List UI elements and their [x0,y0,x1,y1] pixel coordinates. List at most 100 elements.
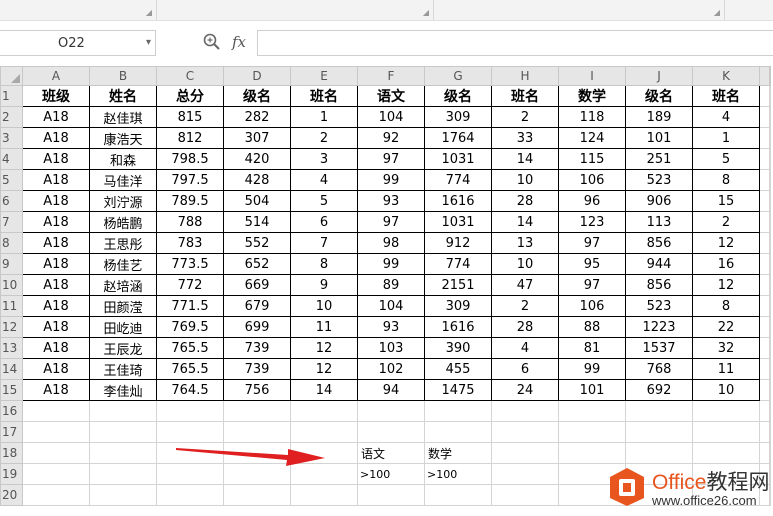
data-cell[interactable]: 4 [692,106,760,128]
data-cell[interactable]: 772 [156,274,224,296]
data-cell[interactable]: 765.5 [156,337,224,359]
data-cell[interactable]: 33 [491,127,559,149]
cell[interactable] [22,484,90,506]
data-cell[interactable]: 699 [223,316,291,338]
data-cell[interactable]: 768 [625,358,693,380]
header-cell[interactable]: 级名 [223,85,291,107]
data-cell[interactable]: 94 [357,379,425,401]
data-cell[interactable]: 93 [357,316,425,338]
data-cell[interactable]: 16 [692,253,760,275]
data-cell[interactable]: 523 [625,169,693,191]
data-cell[interactable]: 4 [290,169,358,191]
cell[interactable] [769,106,771,128]
group-expand-icon[interactable]: ◢ [714,8,720,17]
data-cell[interactable]: 12 [692,232,760,254]
cell[interactable] [357,421,425,443]
data-cell[interactable]: 798.5 [156,148,224,170]
header-cell[interactable]: 姓名 [89,85,157,107]
cell[interactable] [89,463,157,485]
header-cell[interactable]: 班名 [692,85,760,107]
data-cell[interactable]: 739 [223,358,291,380]
row-header[interactable]: 15 [0,379,23,401]
data-cell[interactable]: 8 [290,253,358,275]
data-cell[interactable]: 123 [558,211,626,233]
cell[interactable] [692,421,760,443]
cell[interactable] [290,421,358,443]
formula-input[interactable] [257,30,773,56]
cell[interactable] [759,295,770,317]
row-header[interactable]: 2 [0,106,23,128]
cell[interactable] [759,232,770,254]
data-cell[interactable]: 11 [290,316,358,338]
cell[interactable] [424,421,492,443]
data-cell[interactable]: 99 [558,358,626,380]
criteria-header-cell[interactable]: 语文 [357,442,425,464]
column-header[interactable]: E [290,66,358,86]
data-cell[interactable]: A18 [22,232,90,254]
cell[interactable] [223,400,291,422]
data-cell[interactable]: 赵培涵 [89,274,157,296]
data-cell[interactable]: 3 [290,148,358,170]
cell[interactable] [769,379,771,401]
data-cell[interactable]: 1475 [424,379,492,401]
cell[interactable] [290,484,358,506]
data-cell[interactable]: 769.5 [156,316,224,338]
cell[interactable] [156,421,224,443]
data-cell[interactable]: 7 [290,232,358,254]
cell[interactable] [156,400,224,422]
data-cell[interactable]: 杨佳艺 [89,253,157,275]
data-cell[interactable]: 523 [625,295,693,317]
column-header[interactable]: G [424,66,492,86]
data-cell[interactable]: 89 [357,274,425,296]
data-cell[interactable]: 1 [290,106,358,128]
data-cell[interactable]: 856 [625,232,693,254]
data-cell[interactable]: 李佳灿 [89,379,157,401]
data-cell[interactable]: 101 [625,127,693,149]
row-header[interactable]: 4 [0,148,23,170]
group-expand-icon[interactable]: ◢ [423,8,429,17]
cell[interactable] [156,484,224,506]
data-cell[interactable]: 15 [692,190,760,212]
data-cell[interactable]: 106 [558,169,626,191]
data-cell[interactable]: 309 [424,106,492,128]
cell[interactable] [223,484,291,506]
data-cell[interactable]: 1616 [424,316,492,338]
cell[interactable] [357,400,425,422]
data-cell[interactable]: 田屹迪 [89,316,157,338]
cell[interactable] [89,484,157,506]
data-cell[interactable]: 797.5 [156,169,224,191]
cell[interactable] [759,190,770,212]
header-cell[interactable]: 语文 [357,85,425,107]
data-cell[interactable]: 王思彤 [89,232,157,254]
data-cell[interactable]: 552 [223,232,291,254]
data-cell[interactable]: 10 [290,295,358,317]
cell[interactable] [491,400,559,422]
row-header[interactable]: 16 [0,400,23,422]
cell[interactable] [759,400,770,422]
data-cell[interactable]: 669 [223,274,291,296]
data-cell[interactable]: 783 [156,232,224,254]
data-cell[interactable]: 455 [424,358,492,380]
data-cell[interactable]: 14 [491,148,559,170]
data-cell[interactable]: 514 [223,211,291,233]
row-header[interactable]: 13 [0,337,23,359]
data-cell[interactable]: 10 [491,169,559,191]
data-cell[interactable]: 杨皓鹏 [89,211,157,233]
column-header[interactable]: K [692,66,760,86]
column-header[interactable] [759,66,770,86]
cell[interactable] [769,127,771,149]
header-cell[interactable]: 班级 [22,85,90,107]
cell[interactable] [625,400,693,422]
column-header[interactable]: C [156,66,224,86]
fx-icon[interactable]: fx [232,33,246,51]
data-cell[interactable]: 93 [357,190,425,212]
data-cell[interactable]: 5 [290,190,358,212]
cell[interactable] [769,400,771,422]
data-cell[interactable]: 124 [558,127,626,149]
data-cell[interactable]: 773.5 [156,253,224,275]
data-cell[interactable]: 24 [491,379,559,401]
data-cell[interactable]: 856 [625,274,693,296]
cell[interactable] [22,421,90,443]
column-header[interactable]: F [357,66,425,86]
data-cell[interactable]: 6 [290,211,358,233]
